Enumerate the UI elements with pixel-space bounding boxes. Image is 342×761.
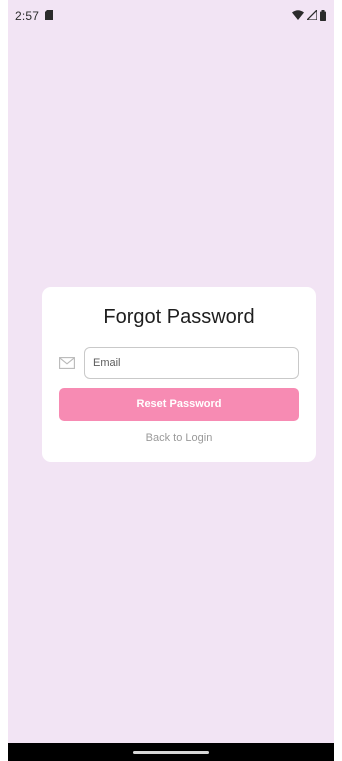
status-icons (292, 9, 326, 21)
navigation-bar (8, 743, 334, 761)
wifi-icon (292, 10, 304, 20)
email-field[interactable] (84, 347, 299, 379)
app-screen: 2:57 Forgot Password Reset Password (8, 0, 334, 761)
signal-icon (307, 10, 317, 20)
sd-card-icon (45, 10, 53, 20)
back-to-login-link[interactable]: Back to Login (42, 432, 316, 444)
email-input[interactable] (85, 348, 298, 378)
status-time: 2:57 (15, 9, 40, 23)
mail-icon (59, 357, 75, 369)
status-bar: 2:57 (8, 0, 334, 30)
forgot-password-card: Forgot Password Reset Password Back to L… (42, 287, 316, 462)
reset-password-button[interactable]: Reset Password (59, 388, 299, 421)
battery-icon (320, 9, 326, 21)
page-title: Forgot Password (103, 306, 255, 328)
home-gesture-handle[interactable] (133, 751, 209, 754)
